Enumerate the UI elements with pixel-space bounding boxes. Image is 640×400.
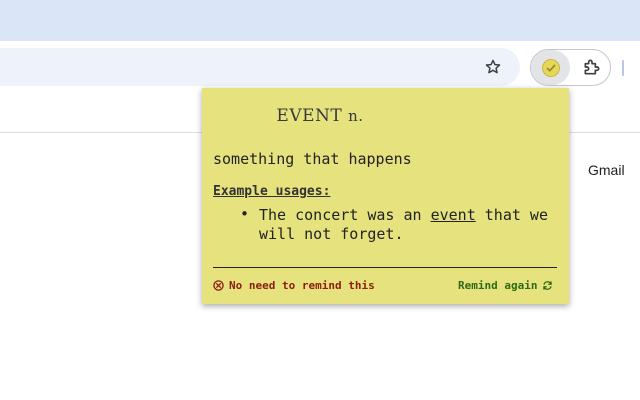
bullet: • bbox=[240, 205, 250, 223]
usage-text-before: The concert was an bbox=[259, 206, 431, 224]
word-heading: EVENT bbox=[276, 106, 343, 126]
star-icon bbox=[485, 59, 501, 74]
remind-again-label: Remind again bbox=[458, 279, 538, 292]
check-icon bbox=[541, 58, 560, 77]
cancel-circle-icon bbox=[213, 280, 224, 291]
no-remind-label: No need to remind this bbox=[229, 279, 375, 292]
puzzle-icon bbox=[584, 59, 600, 75]
usage-item: The concert was an event that we will no… bbox=[259, 206, 551, 244]
bookmark-star-button[interactable] bbox=[479, 53, 507, 81]
remind-again-button[interactable]: Remind again bbox=[458, 279, 553, 292]
extensions-menu-button[interactable] bbox=[578, 53, 606, 81]
active-extension-button[interactable] bbox=[531, 50, 570, 85]
no-remind-button[interactable]: No need to remind this bbox=[213, 279, 375, 292]
usage-highlighted-word: event bbox=[430, 206, 476, 224]
address-bar[interactable] bbox=[0, 48, 520, 86]
browser-window: Gmail EVENT n. something that happens Ex… bbox=[0, 0, 640, 400]
toolbar-divider bbox=[622, 60, 624, 76]
gmail-link[interactable]: Gmail bbox=[588, 162, 625, 178]
tab-strip bbox=[0, 0, 640, 41]
popup-title: EVENT n. bbox=[0, 106, 640, 126]
part-of-speech: n. bbox=[348, 107, 364, 125]
usage-list: • The concert was an event that we will … bbox=[240, 205, 551, 244]
word-definition: something that happens bbox=[213, 150, 412, 168]
usages-heading: Example usages: bbox=[213, 184, 331, 199]
popup-divider bbox=[213, 267, 557, 268]
refresh-icon bbox=[543, 281, 553, 290]
